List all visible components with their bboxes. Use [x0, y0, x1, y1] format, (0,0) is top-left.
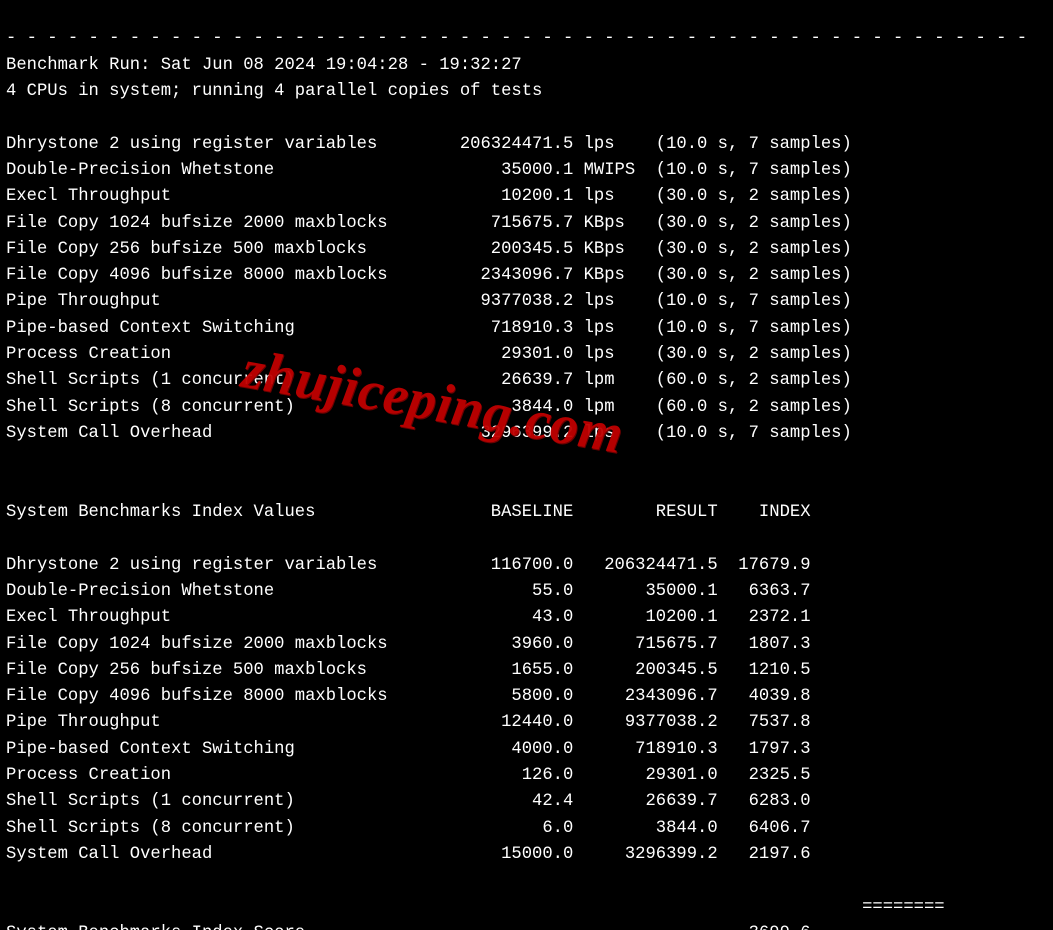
index-row: Double-Precision Whetstone 55.0 35000.1 …: [6, 582, 811, 601]
benchmark-row: Execl Throughput 10200.1 lps (30.0 s, 2 …: [6, 187, 852, 206]
index-row: Shell Scripts (1 concurrent) 42.4 26639.…: [6, 792, 811, 811]
index-row: Execl Throughput 43.0 10200.1 2372.1: [6, 608, 811, 627]
divider-line: - - - - - - - - - - - - - - - - - - - - …: [6, 29, 1027, 48]
run-header-line: Benchmark Run: Sat Jun 08 2024 19:04:28 …: [6, 56, 522, 75]
benchmark-row: Double-Precision Whetstone 35000.1 MWIPS…: [6, 161, 852, 180]
benchmark-row: Pipe-based Context Switching 718910.3 lp…: [6, 319, 852, 338]
blank-line: [6, 108, 16, 127]
benchmark-row: Process Creation 29301.0 lps (30.0 s, 2 …: [6, 345, 852, 364]
index-row: File Copy 1024 bufsize 2000 maxblocks 39…: [6, 635, 811, 654]
index-row: Pipe-based Context Switching 4000.0 7189…: [6, 740, 811, 759]
benchmark-row: Shell Scripts (1 concurrent) 26639.7 lpm…: [6, 371, 852, 390]
benchmark-row: File Copy 1024 bufsize 2000 maxblocks 71…: [6, 214, 852, 233]
final-score-row: System Benchmarks Index Score 3699.6: [6, 921, 1047, 930]
index-row: File Copy 256 bufsize 500 maxblocks 1655…: [6, 661, 811, 680]
index-row: Dhrystone 2 using register variables 116…: [6, 556, 811, 575]
config-header-line: 4 CPUs in system; running 4 parallel cop…: [6, 82, 542, 101]
benchmark-row: Dhrystone 2 using register variables 206…: [6, 135, 852, 154]
blank-line: [6, 477, 16, 496]
benchmark-row: Pipe Throughput 9377038.2 lps (10.0 s, 7…: [6, 292, 852, 311]
benchmark-row: System Call Overhead 3296399.2 lps (10.0…: [6, 424, 852, 443]
score-separator: ========: [6, 898, 945, 917]
index-header-row: System Benchmarks Index Values BASELINE …: [6, 500, 1047, 526]
benchmark-row: Shell Scripts (8 concurrent) 3844.0 lpm …: [6, 398, 852, 417]
terminal-output: - - - - - - - - - - - - - - - - - - - - …: [0, 0, 1053, 930]
final-score: System Benchmarks Index Score 3699.6: [6, 924, 811, 930]
benchmark-index-section: Dhrystone 2 using register variables 116…: [6, 553, 1047, 869]
index-row: File Copy 4096 bufsize 8000 maxblocks 58…: [6, 687, 811, 706]
index-row: Pipe Throughput 12440.0 9377038.2 7537.8: [6, 713, 811, 732]
benchmark-results-section: Dhrystone 2 using register variables 206…: [6, 132, 1047, 448]
index-header: System Benchmarks Index Values BASELINE …: [6, 503, 811, 522]
benchmark-row: File Copy 256 bufsize 500 maxblocks 2003…: [6, 240, 852, 259]
index-row: System Call Overhead 15000.0 3296399.2 2…: [6, 845, 811, 864]
benchmark-row: File Copy 4096 bufsize 8000 maxblocks 23…: [6, 266, 852, 285]
index-row: Shell Scripts (8 concurrent) 6.0 3844.0 …: [6, 819, 811, 838]
index-row: Process Creation 126.0 29301.0 2325.5: [6, 766, 811, 785]
